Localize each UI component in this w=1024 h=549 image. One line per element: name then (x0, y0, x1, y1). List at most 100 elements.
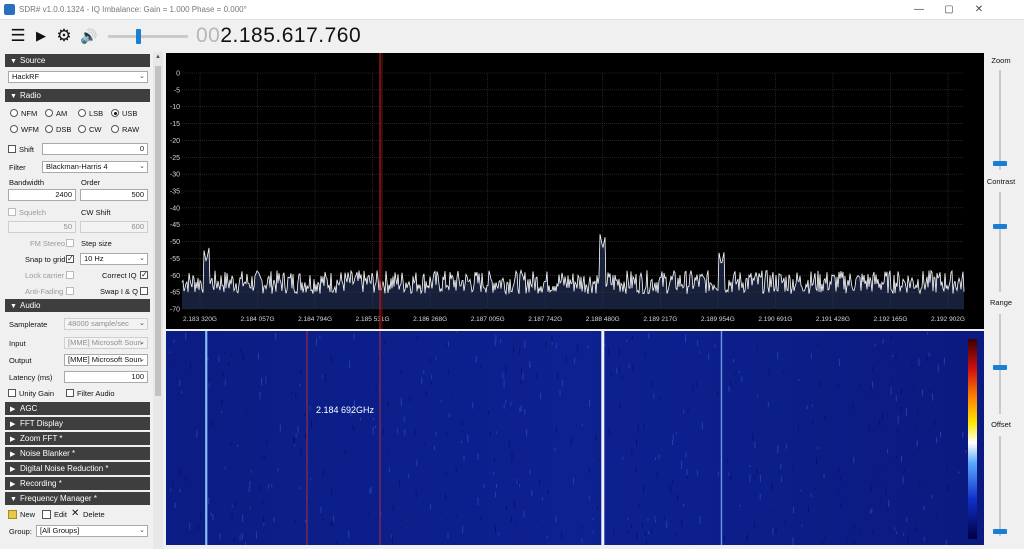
fft-display-panel-header[interactable]: ▶ FFT Display (5, 417, 150, 430)
squelch-checkbox[interactable] (8, 208, 16, 216)
mode-radio-wfm[interactable] (10, 125, 18, 133)
waterfall-noise-speck (250, 470, 252, 473)
scrollbar-thumb[interactable] (155, 66, 161, 396)
spectrum-analyzer[interactable]: 0 -5 -10 -15 -20 -25 -30 -35 -40 -45 -50 -55 -60 -65 -… (166, 53, 984, 329)
audio-input-select[interactable]: [MME] Microsoft Soun ⌄ (64, 337, 148, 349)
waterfall-noise-speck (616, 367, 618, 374)
waterfall-noise-speck (854, 541, 856, 545)
zoom-slider-thumb[interactable] (993, 161, 1007, 166)
offset-slider[interactable] (999, 436, 1001, 536)
delete-entry-button[interactable]: Delete (83, 509, 105, 520)
frequency-manager-panel-header[interactable]: ▼ Frequency Manager * (5, 492, 150, 505)
swap-iq-checkbox[interactable] (140, 287, 148, 295)
order-input[interactable]: 500 (80, 189, 148, 201)
new-entry-icon[interactable] (8, 510, 17, 519)
gear-icon[interactable]: ⚙ (54, 26, 74, 46)
waterfall-noise-speck (613, 528, 615, 536)
waterfall-noise-speck (380, 347, 382, 351)
noise-blanker-panel-header[interactable]: ▶ Noise Blanker * (5, 447, 150, 460)
audio-panel-header[interactable]: ▼ Audio (5, 299, 150, 312)
waterfall-cursor-frequency: 2.184 692GHz (316, 405, 375, 415)
zoom-fft-panel-header[interactable]: ▶ Zoom FFT * (5, 432, 150, 445)
lock-carrier-checkbox[interactable] (66, 271, 74, 279)
samplerate-select[interactable]: 48000 sample/sec ⌄ (64, 318, 148, 330)
anti-fading-checkbox[interactable] (66, 287, 74, 295)
waterfall-noise-speck (513, 339, 515, 342)
unity-gain-checkbox[interactable] (8, 389, 16, 397)
waterfall-color-scale (968, 339, 977, 539)
mode-label-raw: RAW (122, 125, 140, 134)
mode-radio-dsb[interactable] (45, 125, 53, 133)
waterfall-noise-speck (753, 475, 755, 480)
delete-entry-icon[interactable]: ✕ (71, 508, 79, 519)
waterfall-noise-speck (212, 514, 214, 521)
edit-entry-button[interactable]: Edit (54, 509, 67, 520)
waterfall-noise-speck (638, 503, 640, 507)
anti-fading-label: Anti-Fading (25, 287, 64, 296)
mode-radio-lsb[interactable] (78, 109, 86, 117)
filter-audio-checkbox[interactable] (66, 389, 74, 397)
new-entry-button[interactable]: New (20, 509, 35, 520)
snap-to-grid-checkbox[interactable]: ✓ (66, 255, 74, 263)
waterfall-noise-speck (907, 537, 909, 544)
play-icon[interactable]: ▶ (33, 26, 49, 46)
filter-select[interactable]: Blackman-Harris 4 ⌄ (42, 161, 148, 173)
recording-panel-header[interactable]: ▶ Recording * (5, 477, 150, 490)
waterfall-noise-speck (921, 485, 923, 489)
mode-radio-nfm[interactable] (10, 109, 18, 117)
step-size-select[interactable]: 10 Hz ⌄ (80, 253, 148, 265)
collapse-icon: ▼ (10, 496, 17, 503)
waterfall-noise-speck (853, 524, 855, 530)
contrast-slider-thumb[interactable] (993, 224, 1007, 229)
shift-input[interactable]: 0 (42, 143, 148, 155)
waterfall-noise-speck (425, 391, 427, 395)
squelch-input[interactable]: 50 (8, 221, 76, 233)
zoom-slider[interactable] (999, 70, 1001, 170)
waterfall-noise-speck (663, 515, 665, 520)
audio-output-select[interactable]: [MME] Microsoft Soun ⌄ (64, 354, 148, 366)
waterfall-noise-speck (618, 366, 620, 373)
mode-label-dsb: DSB (56, 125, 72, 134)
menu-icon[interactable]: ☰ (8, 26, 28, 46)
waterfall-noise-speck (237, 444, 238, 447)
bandwidth-input[interactable]: 2400 (8, 189, 76, 201)
close-button[interactable]: ✕ (964, 0, 994, 20)
shift-checkbox[interactable] (8, 145, 16, 153)
latency-input[interactable]: 100 (64, 371, 148, 383)
radio-panel-header[interactable]: ▼ Radio (5, 89, 150, 102)
volume-slider[interactable] (108, 29, 188, 44)
waterfall-noise-speck (506, 505, 507, 511)
left-panel-scrollbar[interactable]: ▲ (153, 52, 163, 549)
correct-iq-checkbox[interactable]: ✓ (140, 271, 148, 279)
waterfall-noise-speck (351, 425, 353, 429)
edit-entry-icon[interactable] (42, 510, 51, 519)
mode-radio-raw[interactable] (111, 125, 119, 133)
contrast-slider[interactable] (999, 192, 1001, 292)
group-select[interactable]: [All Groups] ⌄ (36, 525, 148, 537)
offset-slider-thumb[interactable] (993, 529, 1007, 534)
dropdown-icon: ⌄ (139, 73, 145, 80)
waterfall-display[interactable]: 2.184 692GHz (166, 331, 984, 545)
mode-radio-usb[interactable] (111, 109, 119, 117)
frequency-display[interactable]: 002.185.617.760 (196, 24, 361, 48)
mode-radio-cw[interactable] (78, 125, 86, 133)
range-slider-thumb[interactable] (993, 365, 1007, 370)
waterfall-noise-speck (965, 450, 967, 454)
collapse-icon: ▼ (10, 58, 17, 65)
waterfall-noise-speck (810, 493, 812, 497)
source-device-select[interactable]: HackRF ⌄ (8, 71, 148, 83)
waterfall-noise-speck (635, 466, 637, 473)
maximize-button[interactable]: ▢ (934, 0, 964, 20)
volume-icon[interactable]: 🔊 (78, 26, 100, 46)
cw-shift-input[interactable]: 600 (80, 221, 148, 233)
fm-stereo-checkbox[interactable] (66, 239, 74, 247)
range-slider[interactable] (999, 314, 1001, 414)
waterfall-noise-speck (494, 457, 495, 462)
agc-panel-header[interactable]: ▶ AGC (5, 402, 150, 415)
mode-radio-am[interactable] (45, 109, 53, 117)
digital-noise-reduction-panel-header[interactable]: ▶ Digital Noise Reduction * (5, 462, 150, 475)
scroll-up-icon[interactable]: ▲ (153, 52, 163, 62)
volume-slider-thumb[interactable] (136, 29, 142, 44)
minimize-button[interactable]: — (904, 0, 934, 20)
source-panel-header[interactable]: ▼ Source (5, 54, 150, 67)
